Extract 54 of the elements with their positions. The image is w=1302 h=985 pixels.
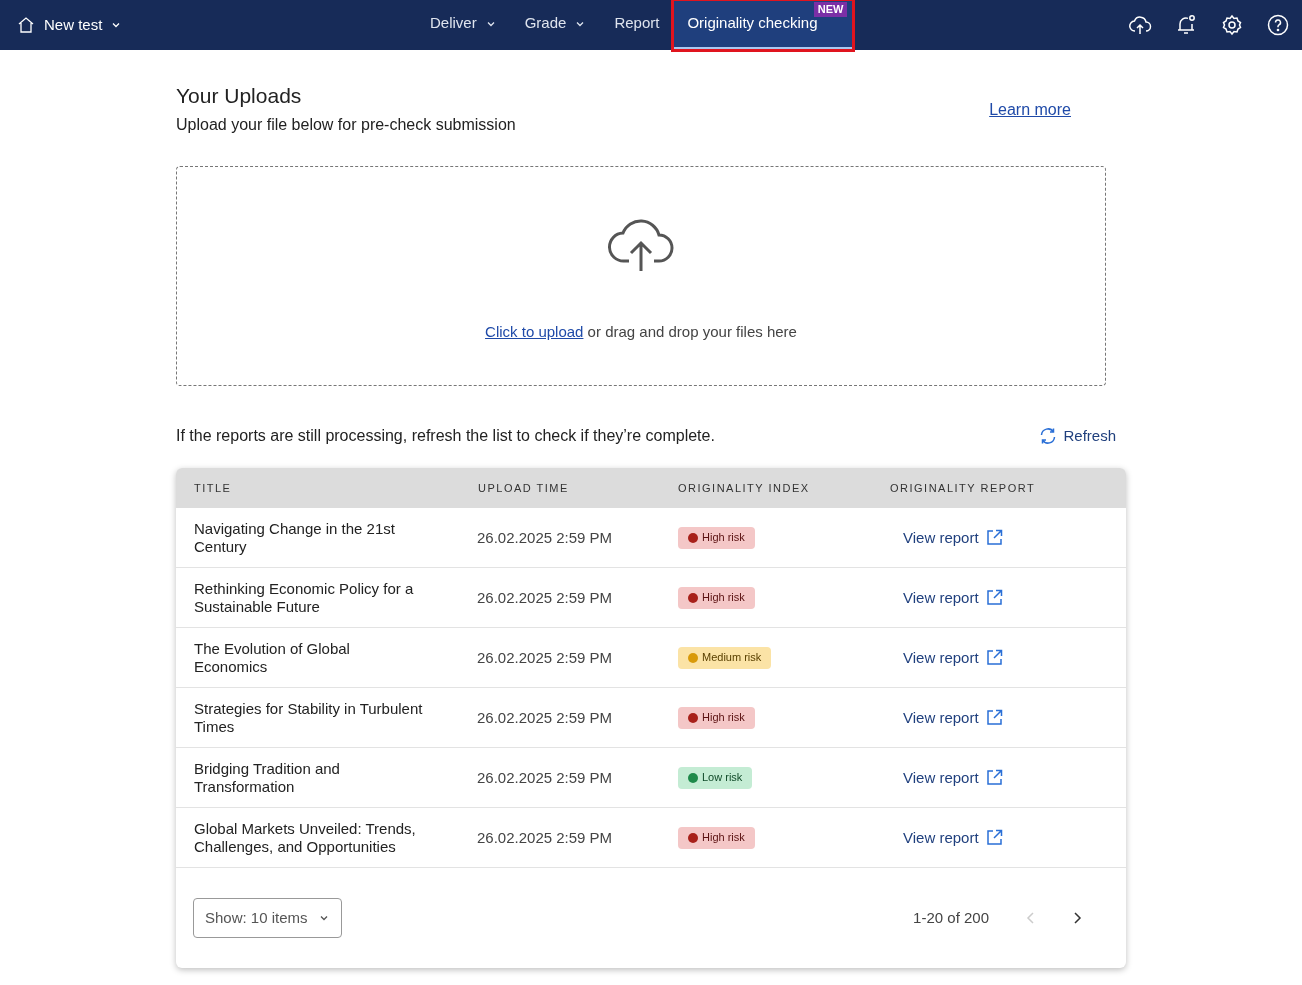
upload-link[interactable]: Click to upload <box>485 323 584 340</box>
external-link-icon <box>985 709 1003 727</box>
table-cell: 26.02.2025 2:59 PM <box>477 588 613 606</box>
table-cell: 26.02.2025 2:59 PM <box>477 828 613 846</box>
view-report-link[interactable]: View report <box>903 526 1003 549</box>
table-cell-text: The Evolution of Global Economics <box>194 639 351 676</box>
help-icon[interactable] <box>1266 13 1290 37</box>
page-subtitle: Upload your file below for pre-check submission <box>176 115 516 135</box>
external-link-icon <box>985 769 1003 787</box>
page-size-dropdown[interactable]: Show: 10 items <box>193 898 342 938</box>
nav-tab[interactable]: Originality checking NEW <box>673 0 854 50</box>
new-badge: NEW <box>813 2 848 17</box>
nav-tab[interactable]: Report <box>600 0 674 50</box>
home-icon <box>16 15 36 35</box>
table-cell: 26.02.2025 2:59 PM <box>477 768 613 786</box>
view-report-link[interactable]: View report <box>903 706 1003 729</box>
table-cell: Strategies for Stability in Turbulent Times <box>194 699 424 736</box>
settings-icon[interactable] <box>1220 13 1244 37</box>
external-link-icon <box>985 649 1003 667</box>
page-title: Your Uploads <box>176 83 303 109</box>
risk-badge: High risk <box>678 586 755 609</box>
column-header: TITLE <box>194 481 232 494</box>
cloud-upload-icon[interactable] <box>1128 13 1152 37</box>
upload-dropzone[interactable]: Click to upload or drag and drop your files here <box>176 166 1106 386</box>
table-cell: 26.02.2025 2:59 PM <box>477 648 613 666</box>
column-header: ORIGINALITY INDEX <box>678 481 810 494</box>
risk-badge: Medium risk <box>678 646 772 669</box>
pagination-range: 1-20 of 200 <box>913 907 989 928</box>
view-report-link[interactable]: View report <box>903 646 1003 669</box>
view-report-link[interactable]: View report <box>903 766 1003 789</box>
table-cell: 26.02.2025 2:59 PM <box>477 708 613 726</box>
table-cell-text: Rethinking Economic Policy for a Sustainable Future <box>194 579 415 616</box>
risk-badge: High risk <box>678 706 755 729</box>
table-cell: 26.02.2025 2:59 PM <box>477 528 613 546</box>
refresh-button[interactable]: Refresh <box>1038 424 1116 448</box>
risk-badge: High risk <box>678 826 755 849</box>
external-link-icon <box>985 589 1003 607</box>
risk-badge: High risk <box>678 526 755 549</box>
view-report-link[interactable]: View report <box>903 586 1003 609</box>
column-header: UPLOAD TIME <box>478 481 569 494</box>
refresh-message: If the reports are still processing, refresh the list to check if they’re complete. <box>176 426 715 446</box>
column-header: ORIGINALITY REPORT <box>890 481 1036 494</box>
table-cell-text: Navigating Change in the 21st Century <box>194 519 396 556</box>
course-menu[interactable]: New test <box>16 13 123 37</box>
risk-badge: Low risk <box>678 766 753 789</box>
external-link-icon <box>985 529 1003 547</box>
upload-instruction: Click to upload or drag and drop your files here <box>485 322 797 342</box>
external-link-icon <box>985 829 1003 847</box>
nav-tab[interactable]: Grade <box>510 0 601 50</box>
learn-more-link[interactable]: Learn more <box>989 98 1071 122</box>
nav-tab[interactable]: Deliver <box>416 0 511 50</box>
table-cell-text: Global Markets Unveiled: Trends, Challenges, and Opportunities <box>194 819 417 856</box>
view-report-link[interactable]: View report <box>903 826 1003 849</box>
table-cell-text: Bridging Tradition and Transformation <box>194 759 341 796</box>
